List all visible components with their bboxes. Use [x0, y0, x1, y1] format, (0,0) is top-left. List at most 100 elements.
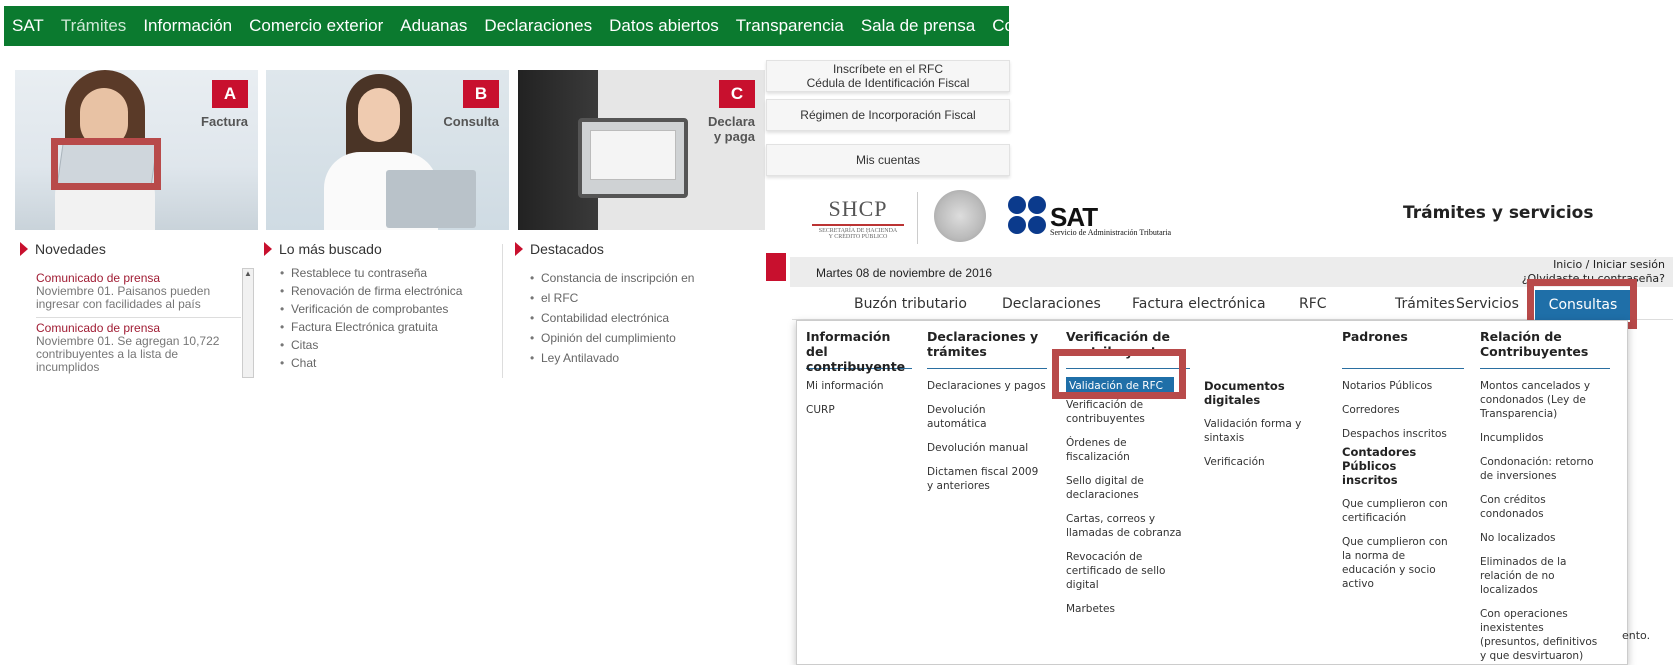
highlight-box-validacion-rfc	[1052, 349, 1186, 399]
list-item-continuation[interactable]: el RFC	[527, 288, 694, 308]
menu-servicios[interactable]: Servicios	[1456, 296, 1519, 312]
list-item[interactable]: Restablece tu contraseña	[277, 264, 462, 282]
mexico-seal-icon	[934, 190, 986, 242]
menu-link[interactable]: Condonación: retorno de inversiones	[1480, 455, 1595, 483]
consultas-dropdown: Información del contribuyente Mi informac…	[796, 320, 1628, 665]
menu-link[interactable]: Validación forma y sintaxis	[1204, 417, 1304, 445]
top-nav-bar: SAT Trámites Información Comercio exteri…	[4, 6, 1060, 46]
menu-link[interactable]: Cartas, correos y llamadas de cobranza	[1066, 512, 1184, 540]
rfc-inscripcion-button[interactable]: Inscríbete en el RFC Cédula de Identific…	[766, 60, 1010, 92]
list-item[interactable]: Verificación de comprobantes	[277, 300, 462, 318]
laptop-image	[386, 170, 476, 228]
menu-declaraciones[interactable]: Declaraciones	[1002, 296, 1101, 312]
list-item[interactable]: Renovación de firma electrónica	[277, 282, 462, 300]
list-item[interactable]: Opinión del cumplimiento	[527, 328, 694, 348]
news-item[interactable]: Comunicado de prensa Noviembre 01. Se ag…	[36, 322, 241, 374]
col-documentos-digitales: Documentos digitales Validación forma y …	[1204, 329, 1322, 469]
menu-link[interactable]: Revocación de certificado de sello digit…	[1066, 550, 1174, 592]
menu-link[interactable]: Verificación	[1204, 455, 1322, 469]
badge-b: B	[463, 80, 499, 108]
nav-sala-de-prensa[interactable]: Sala de prensa	[861, 16, 975, 36]
mas-buscado-heading: Lo más buscado	[264, 241, 382, 257]
menu-link[interactable]: CURP	[806, 403, 912, 417]
destacados-list: Constancia de inscripción en el RFC Cont…	[527, 268, 694, 368]
sat-logo-icon	[1008, 196, 1048, 236]
nav-aduanas[interactable]: Aduanas	[400, 16, 467, 36]
hero-caption-consulta: Consulta	[443, 114, 499, 129]
shcp-logo: SHCP SECRETARÍA DE HACIENDA Y CRÉDITO PÚ…	[808, 196, 908, 240]
tablet-screen-image	[578, 118, 688, 198]
news-item[interactable]: Comunicado de prensa Noviembre 01. Paisa…	[36, 272, 241, 311]
menu-link[interactable]: Verificación de contribuyentes	[1066, 398, 1161, 426]
menu-rfc[interactable]: RFC	[1299, 296, 1327, 312]
nav-tramites[interactable]: Trámites	[61, 16, 127, 36]
menu-link[interactable]: Sello digital de declaraciones	[1066, 474, 1156, 502]
mas-buscado-list: Restablece tu contraseña Renovación de f…	[277, 264, 462, 372]
menu-link[interactable]: Marbetes	[1066, 602, 1190, 616]
divider	[917, 192, 918, 244]
novedades-heading: Novedades	[20, 241, 106, 257]
menu-link[interactable]: Que cumplieron con la norma de educación…	[1342, 535, 1458, 591]
sat-subtitle: Servicio de Administración Tributaria	[1050, 228, 1172, 237]
badge-c: C	[719, 80, 755, 108]
nav-sat[interactable]: SAT	[12, 16, 44, 36]
triangle-icon	[515, 242, 523, 256]
login-link[interactable]: Inicio / Iniciar sesión	[1522, 258, 1665, 272]
col-relacion-contribuyentes: Relación de Contribuyentes Montos cancela…	[1480, 329, 1610, 663]
list-item[interactable]: Citas	[277, 336, 462, 354]
nav-comercio-exterior[interactable]: Comercio exterior	[249, 16, 383, 36]
col-informacion-contribuyente: Información del contribuyente Mi informac…	[806, 329, 912, 417]
divider	[36, 317, 241, 318]
current-date: Martes 08 de noviembre de 2016	[816, 266, 993, 280]
list-item[interactable]: Constancia de inscripción en	[527, 268, 694, 288]
menu-link[interactable]: Con créditos condonados	[1480, 493, 1570, 521]
novedades-list: Comunicado de prensa Noviembre 01. Paisa…	[36, 272, 241, 374]
menu-link[interactable]: Dictamen fiscal 2009 y anteriores	[927, 465, 1045, 493]
scroll-up-icon[interactable]: ▲	[243, 269, 253, 278]
menu-link[interactable]: Mi información	[806, 379, 912, 393]
nav-informacion[interactable]: Información	[143, 16, 232, 36]
nav-declaraciones[interactable]: Declaraciones	[484, 16, 592, 36]
hero-consulta[interactable]: B Consulta	[266, 70, 509, 230]
menu-buzon-tributario[interactable]: Buzón tributario	[854, 296, 967, 312]
triangle-icon	[264, 242, 272, 256]
rif-button[interactable]: Régimen de Incorporación Fiscal	[766, 99, 1010, 131]
menu-link[interactable]: Devolución automática	[927, 403, 1007, 431]
nav-contacto[interactable]: Contacto	[992, 16, 1060, 36]
triangle-icon	[20, 242, 28, 256]
list-item[interactable]: Factura Electrónica gratuita	[277, 318, 462, 336]
col-padrones: Padrones Notarios Públicos Corredores De…	[1342, 329, 1464, 591]
menu-link[interactable]: Que cumplieron con certificación	[1342, 497, 1454, 525]
menu-link[interactable]: Corredores	[1342, 403, 1464, 417]
menu-link[interactable]: Declaraciones y pagos	[927, 379, 1047, 393]
hero-declara-paga[interactable]: C Declara y paga	[518, 70, 765, 230]
menu-factura-electronica[interactable]: Factura electrónica	[1132, 296, 1266, 312]
mis-cuentas-button[interactable]: Mis cuentas	[766, 144, 1010, 176]
menu-link[interactable]: Montos cancelados y condonados (Ley de T…	[1480, 379, 1600, 421]
menu-link[interactable]: Despachos inscritos	[1342, 427, 1464, 441]
menu-link[interactable]: No localizados	[1480, 531, 1610, 545]
badge-a: A	[212, 80, 248, 108]
nav-datos-abiertos[interactable]: Datos abiertos	[609, 16, 719, 36]
hero-caption-declara: Declara y paga	[708, 114, 755, 144]
menu-link[interactable]: Órdenes de fiscalización	[1066, 436, 1146, 464]
section-title: Trámites y servicios	[1403, 203, 1594, 223]
list-item[interactable]: Ley Antilavado	[527, 348, 694, 368]
novedades-scrollbar[interactable]: ▲	[242, 268, 254, 378]
nav-transparencia[interactable]: Transparencia	[736, 16, 844, 36]
hero-caption-factura: Factura	[201, 114, 248, 129]
truncated-text: ento.	[1622, 629, 1651, 642]
menu-tramites[interactable]: Trámites	[1395, 296, 1455, 312]
menu-link[interactable]: Con operaciones inexistentes (presuntos,…	[1480, 607, 1598, 663]
col-declaraciones-tramites: Declaraciones y trámites Declaraciones y …	[927, 329, 1047, 493]
list-item[interactable]: Chat	[277, 354, 462, 372]
list-item[interactable]: Contabilidad electrónica	[527, 308, 694, 328]
highlight-box-factura	[51, 138, 161, 190]
menu-link[interactable]: Incumplidos	[1480, 431, 1610, 445]
divider	[502, 244, 503, 378]
menu-link[interactable]: Notarios Públicos	[1342, 379, 1464, 393]
red-tab-fragment	[766, 253, 786, 281]
menu-link[interactable]: Devolución manual	[927, 441, 1047, 455]
destacados-heading: Destacados	[515, 241, 604, 257]
menu-link[interactable]: Eliminados de la relación de no localiza…	[1480, 555, 1570, 597]
